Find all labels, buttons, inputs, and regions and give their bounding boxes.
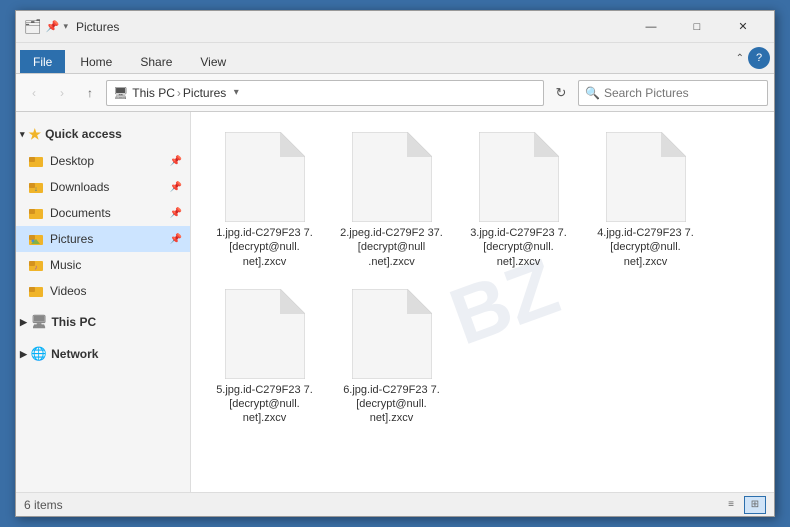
file-name-3: 3.jpg.id-C279F23 7.[decrypt@null. net].z… [465, 226, 572, 269]
sidebar-item-downloads[interactable]: ↓ Downloads 📌 [16, 174, 190, 200]
file-item-5[interactable]: 5.jpg.id-C279F23 7.[decrypt@null. net].z… [207, 285, 322, 430]
chevron-right-icon: ▶ [20, 317, 27, 328]
tab-home[interactable]: Home [67, 50, 125, 73]
maximize-button[interactable]: □ [674, 11, 720, 43]
refresh-button[interactable]: ↻ [548, 80, 574, 106]
file-icon-1 [225, 132, 305, 222]
videos-label: Videos [50, 284, 86, 298]
pin-icon-pics: 📌 [170, 234, 182, 245]
item-count: 6 items [24, 498, 63, 512]
desktop-label: Desktop [50, 154, 94, 168]
network-label: Network [51, 347, 98, 361]
view-toggle: ≡ ⊞ [720, 496, 766, 514]
path-pictures[interactable]: Pictures [183, 86, 226, 100]
path-dropdown-arrow[interactable]: ▾ [226, 80, 246, 106]
close-button[interactable]: ✕ [720, 11, 766, 43]
grid-view-button[interactable]: ⊞ [744, 496, 766, 514]
this-pc-icon: 🖥 [31, 314, 48, 330]
file-name-4: 4.jpg.id-C279F23 7.[decrypt@null. net].z… [592, 226, 699, 269]
window-title: Pictures [76, 20, 628, 34]
search-box[interactable]: 🔍 [578, 80, 768, 106]
quick-access-toolbar: 🗂 📌 ▾ [24, 18, 68, 35]
back-button[interactable]: ‹ [22, 81, 46, 105]
main-content: ▾ ★ Quick access Desktop 📌 [16, 112, 774, 492]
file-area: BZ 1.jpg.id-C279F23 7.[decrypt@null. net… [191, 112, 774, 492]
ribbon-tab-bar: File Home Share View ⌃ ? [16, 43, 774, 73]
file-name-5: 5.jpg.id-C279F23 7.[decrypt@null. net].z… [211, 383, 318, 426]
sidebar: ▾ ★ Quick access Desktop 📌 [16, 112, 191, 492]
minimize-button[interactable]: — [628, 11, 674, 43]
documents-label: Documents [50, 206, 111, 220]
window-controls: — □ ✕ [628, 11, 766, 43]
network-icon: 🌐 [31, 346, 47, 362]
chevron-down-icon: ▾ [20, 129, 25, 140]
folder-icon-small: 🗂 [24, 18, 42, 35]
ribbon: File Home Share View ⌃ ? [16, 43, 774, 74]
quick-access-header[interactable]: ▾ ★ Quick access [16, 120, 190, 148]
file-item-3[interactable]: 3.jpg.id-C279F23 7.[decrypt@null. net].z… [461, 128, 576, 273]
pin-icon-dl: 📌 [170, 182, 182, 193]
sidebar-item-music[interactable]: ♪ Music [16, 252, 190, 278]
path-sep-1: › [177, 86, 181, 100]
status-bar: 6 items ≡ ⊞ [16, 492, 774, 516]
path-this-pc[interactable]: This PC [132, 86, 175, 100]
file-icon-5 [225, 289, 305, 379]
help-button[interactable]: ? [748, 47, 770, 69]
tab-view[interactable]: View [187, 50, 239, 73]
downloads-folder-icon: ↓ [28, 179, 44, 195]
title-bar: 🗂 📌 ▾ Pictures — □ ✕ [16, 11, 774, 43]
up-button[interactable]: ↑ [78, 81, 102, 105]
this-pc-header[interactable]: ▶ 🖥 This PC [16, 308, 190, 336]
star-icon: ★ [29, 126, 42, 143]
file-item-1[interactable]: 1.jpg.id-C279F23 7.[decrypt@null. net].z… [207, 128, 322, 273]
pin-icon: 📌 [170, 156, 182, 167]
sidebar-item-desktop[interactable]: Desktop 📌 [16, 148, 190, 174]
documents-folder-icon [28, 205, 44, 221]
music-folder-icon: ♪ [28, 257, 44, 273]
pictures-folder-icon [28, 231, 44, 247]
dropdown-arrow[interactable]: ▾ [63, 21, 68, 32]
file-name-6: 6.jpg.id-C279F23 7.[decrypt@null. net].z… [338, 383, 445, 426]
chevron-right-icon-net: ▶ [20, 349, 27, 360]
ribbon-expand-icon[interactable]: ⌃ [736, 53, 744, 64]
explorer-window: 🗂 📌 ▾ Pictures — □ ✕ File Home Share Vie… [15, 10, 775, 517]
search-input[interactable] [604, 86, 761, 100]
file-grid: 1.jpg.id-C279F23 7.[decrypt@null. net].z… [199, 120, 766, 438]
folder-breadcrumb-icon: 🖥 [113, 86, 128, 100]
desktop-folder-icon [28, 153, 44, 169]
file-name-1: 1.jpg.id-C279F23 7.[decrypt@null. net].z… [211, 226, 318, 269]
svg-text:♪: ♪ [34, 265, 38, 272]
pin-toolbar-icon: 📌 [46, 20, 60, 33]
svg-text:↓: ↓ [34, 186, 38, 193]
address-path[interactable]: 🖥 This PC › Pictures ▾ [106, 80, 544, 106]
network-header[interactable]: ▶ 🌐 Network [16, 340, 190, 368]
file-item-4[interactable]: 4.jpg.id-C279F23 7.[decrypt@null. net].z… [588, 128, 703, 273]
downloads-label: Downloads [50, 180, 109, 194]
tab-share[interactable]: Share [127, 50, 185, 73]
sidebar-item-documents[interactable]: Documents 📌 [16, 200, 190, 226]
sidebar-item-videos[interactable]: Videos [16, 278, 190, 304]
file-icon-4 [606, 132, 686, 222]
file-icon-6 [352, 289, 432, 379]
music-label: Music [50, 258, 81, 272]
videos-folder-icon [28, 283, 44, 299]
search-icon: 🔍 [585, 86, 600, 100]
pin-icon-docs: 📌 [170, 208, 182, 219]
pictures-label: Pictures [50, 232, 93, 246]
list-view-button[interactable]: ≡ [720, 496, 742, 514]
file-item-2[interactable]: 2.jpeg.id-C279F2 37.[decrypt@null .net].… [334, 128, 449, 273]
forward-button[interactable]: › [50, 81, 74, 105]
file-icon-3 [479, 132, 559, 222]
this-pc-label: This PC [51, 315, 96, 329]
file-item-6[interactable]: 6.jpg.id-C279F23 7.[decrypt@null. net].z… [334, 285, 449, 430]
file-icon-2 [352, 132, 432, 222]
sidebar-item-pictures[interactable]: Pictures 📌 [16, 226, 190, 252]
file-name-2: 2.jpeg.id-C279F2 37.[decrypt@null .net].… [338, 226, 445, 269]
address-bar: ‹ › ↑ 🖥 This PC › Pictures ▾ ↻ 🔍 [16, 74, 774, 112]
tab-file[interactable]: File [20, 50, 65, 73]
quick-access-label: Quick access [45, 127, 122, 141]
